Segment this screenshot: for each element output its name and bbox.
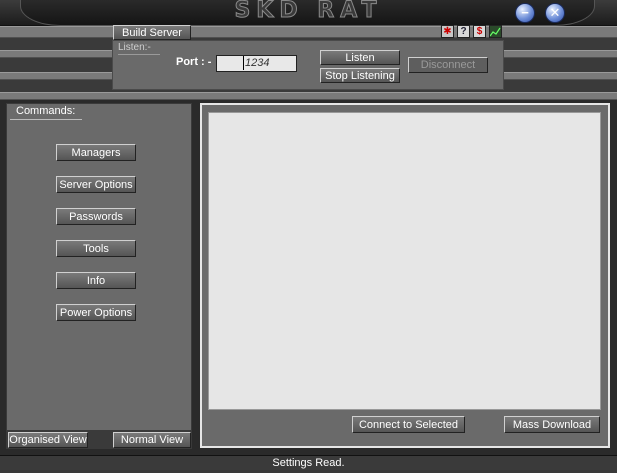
passwords-button[interactable]: Passwords bbox=[56, 208, 136, 225]
graph-icon[interactable] bbox=[489, 25, 502, 38]
build-server-button[interactable]: Build Server bbox=[113, 25, 191, 40]
listen-divider bbox=[118, 54, 160, 55]
disconnect-button[interactable]: Disconnect bbox=[408, 57, 488, 73]
commands-section-label: Commands: bbox=[16, 105, 76, 117]
mass-download-button[interactable]: Mass Download bbox=[504, 416, 600, 433]
dollar-icon[interactable]: $ bbox=[473, 25, 486, 38]
header-band bbox=[0, 26, 617, 38]
close-icon: ✕ bbox=[549, 5, 561, 20]
normal-view-button[interactable]: Normal View bbox=[113, 432, 191, 448]
help-icon[interactable]: ? bbox=[457, 25, 470, 38]
server-options-button[interactable]: Server Options bbox=[56, 176, 136, 193]
organised-view-button[interactable]: Organised View bbox=[8, 432, 88, 448]
close-button[interactable]: ✕ bbox=[545, 3, 565, 23]
header-stripe bbox=[0, 92, 617, 100]
minimize-button[interactable]: − bbox=[515, 3, 535, 23]
listen-button[interactable]: Listen bbox=[320, 50, 400, 65]
text-caret bbox=[243, 56, 244, 70]
port-input[interactable]: 1234 bbox=[216, 55, 297, 72]
connections-list[interactable] bbox=[208, 112, 601, 410]
minimize-icon: − bbox=[521, 5, 529, 20]
power-options-button[interactable]: Power Options bbox=[56, 304, 136, 321]
info-button[interactable]: Info bbox=[56, 272, 136, 289]
port-label: Port : - bbox=[176, 56, 212, 68]
listen-section-label: Listen:- bbox=[118, 42, 151, 53]
connect-to-selected-button[interactable]: Connect to Selected bbox=[352, 416, 465, 433]
commands-divider bbox=[10, 119, 82, 120]
tools-button[interactable]: Tools bbox=[56, 240, 136, 257]
status-text: Settings Read. bbox=[272, 457, 345, 469]
stop-listening-button[interactable]: Stop Listening bbox=[320, 68, 400, 83]
bug-icon[interactable]: ✱ bbox=[441, 25, 454, 38]
managers-button[interactable]: Managers bbox=[56, 144, 136, 161]
